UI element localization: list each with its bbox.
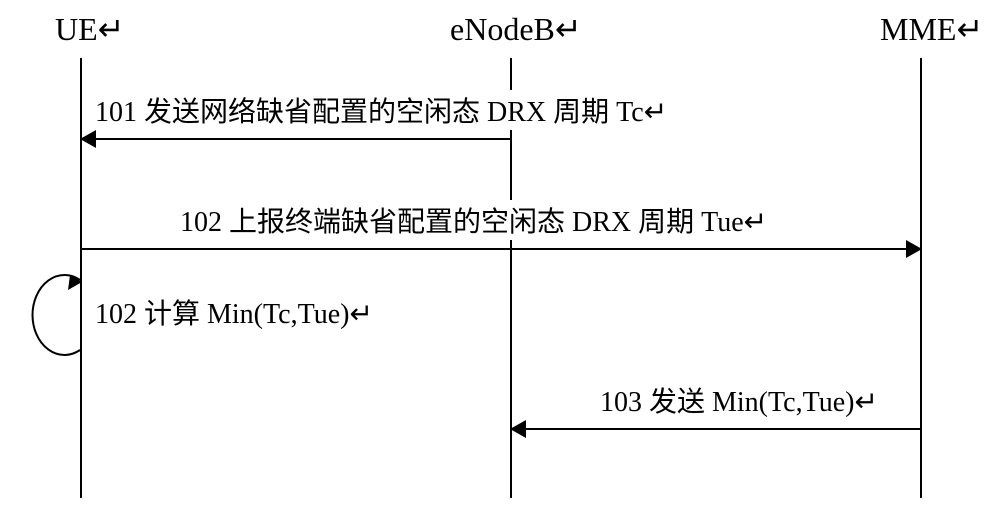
actor-mme: MME↵ bbox=[880, 10, 983, 48]
eol-mark: ↵ bbox=[98, 11, 125, 47]
msg-101-arrow bbox=[82, 138, 510, 140]
msg-101-label: 101 发送网络缺省配置的空闲态 DRX 周期 Tc↵ bbox=[95, 90, 667, 130]
msg-103-arrow bbox=[512, 428, 920, 430]
msg-103-label: 103 发送 Min(Tc,Tue)↵ bbox=[600, 380, 878, 420]
actor-enodeb-label: eNodeB bbox=[450, 11, 555, 47]
msg-102-report-text: 102 上报终端缺省配置的空闲态 DRX 周期 Tue bbox=[180, 207, 744, 238]
msg-101-text: 101 发送网络缺省配置的空闲态 DRX 周期 Tc bbox=[95, 97, 644, 128]
lifeline-mme bbox=[920, 58, 922, 498]
actor-mme-label: MME bbox=[880, 11, 956, 47]
arrow-head-icon bbox=[906, 240, 922, 258]
actor-ue-label: UE bbox=[55, 11, 98, 47]
eol-mark: ↵ bbox=[555, 11, 582, 47]
eol-mark: ↵ bbox=[644, 97, 667, 128]
msg-103-text: 103 发送 Min(Tc,Tue) bbox=[600, 387, 854, 418]
sequence-diagram: UE↵ eNodeB↵ MME↵ 101 发送网络缺省配置的空闲态 DRX 周期… bbox=[20, 10, 980, 510]
msg-102-report-arrow bbox=[82, 248, 920, 250]
eol-mark: ↵ bbox=[349, 299, 372, 330]
msg-102-calc-text: 102 计算 Min(Tc,Tue) bbox=[95, 299, 349, 330]
msg-102-calc-label: 102 计算 Min(Tc,Tue)↵ bbox=[95, 292, 373, 332]
self-loop-ue bbox=[20, 270, 90, 378]
eol-mark: ↵ bbox=[744, 207, 767, 238]
eol-mark: ↵ bbox=[854, 387, 877, 418]
arrow-head-icon bbox=[510, 420, 526, 438]
self-loop-icon bbox=[20, 270, 90, 370]
actor-ue: UE↵ bbox=[55, 10, 124, 48]
actor-enodeb: eNodeB↵ bbox=[450, 10, 582, 48]
eol-mark: ↵ bbox=[956, 11, 983, 47]
msg-102-report-label: 102 上报终端缺省配置的空闲态 DRX 周期 Tue↵ bbox=[180, 200, 767, 240]
arrow-head-icon bbox=[80, 130, 96, 148]
